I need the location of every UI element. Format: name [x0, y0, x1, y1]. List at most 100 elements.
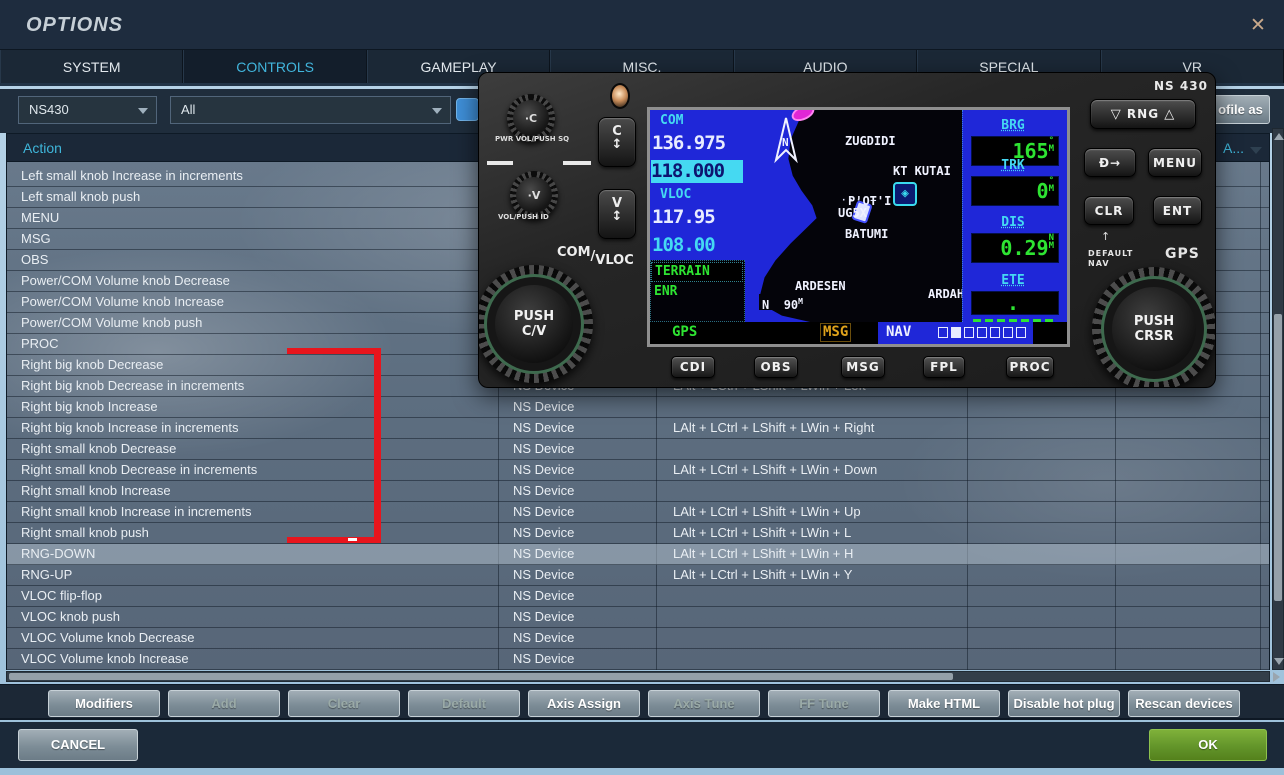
action-cell: Right small knob Decrease: [21, 439, 491, 459]
rescan-devices-button[interactable]: Rescan devices: [1128, 690, 1240, 717]
proc-button[interactable]: PROC: [1006, 356, 1054, 378]
action-cell: VLOC flip-flop: [21, 586, 491, 606]
status-nav-bar: NAV: [878, 322, 1033, 344]
com-flip-flop-button[interactable]: C ↕: [598, 117, 636, 167]
table-row[interactable]: RNG-UPNS DeviceLAlt + LCtrl + LShift + L…: [7, 565, 1270, 586]
action-cell: Right small knob push: [21, 523, 491, 543]
column-header-action[interactable]: Action: [23, 140, 62, 156]
binding-cell: LAlt + LCtrl + LShift + LWin + Down: [673, 460, 965, 480]
vloc-flip-flop-button[interactable]: V ↕: [598, 189, 636, 239]
rng-up-icon[interactable]: △: [1164, 107, 1175, 122]
tab-controls[interactable]: CONTROLS: [183, 50, 366, 83]
rng-rocker-button[interactable]: ▽ RNG △: [1090, 99, 1196, 129]
annotation-red-bracket: [287, 348, 381, 543]
disable-hot-plug-button[interactable]: Disable hot plug: [1008, 690, 1120, 717]
signal-box: [964, 327, 974, 338]
dis-label: DIS: [963, 215, 1063, 230]
lcd-button-row: CDI OBS MSG FPL PROC: [479, 353, 1216, 388]
signal-box: [951, 327, 961, 338]
table-row[interactable]: Right small knob Decrease in incrementsN…: [7, 460, 1270, 481]
ok-button[interactable]: OK: [1149, 729, 1267, 761]
up-down-arrows-icon: ↕: [599, 211, 635, 223]
table-row[interactable]: Right small knob IncreaseNS Device: [7, 481, 1270, 502]
save-profile-as-button[interactable]: ofile as: [1211, 95, 1270, 124]
title-bar: OPTIONS ✕: [0, 0, 1284, 50]
device-cell: NS Device: [513, 586, 653, 606]
ete-value: .: [971, 291, 1059, 315]
action-cell: OBS: [21, 250, 491, 270]
cdi-button[interactable]: CDI: [671, 356, 715, 378]
direct-to-button[interactable]: Ð→: [1084, 148, 1136, 177]
horizontal-scrollbar[interactable]: [6, 671, 1270, 682]
foldable-view-checkbox[interactable]: [456, 98, 479, 121]
vloc-volume-knob[interactable]: ·V: [510, 171, 558, 219]
trk-label: TRK: [963, 158, 1063, 173]
map-scale: N 90M: [759, 294, 817, 310]
table-row[interactable]: Right small knob Increase in incrementsN…: [7, 502, 1270, 523]
binding-cell: LAlt + LCtrl + LShift + LWin + Y: [673, 565, 965, 585]
rng-down-icon[interactable]: ▽: [1111, 107, 1122, 122]
scroll-up-arrow-icon[interactable]: [1274, 133, 1284, 140]
scroll-down-arrow-icon[interactable]: [1274, 658, 1284, 665]
close-icon[interactable]: ✕: [1248, 16, 1268, 36]
table-row[interactable]: Right small knob pushNS DeviceLAlt + LCt…: [7, 523, 1270, 544]
lcd-status-bar: GPS MSG NAV: [650, 322, 1070, 344]
com-vloc-label: COM/VLOC: [557, 249, 634, 264]
footer-button-row: ModifiersAddClearDefaultAxis AssignAxis …: [0, 684, 1284, 720]
signal-boxes: [938, 327, 1026, 338]
device-cell: NS Device: [513, 544, 653, 564]
ete-label: ETE: [963, 273, 1063, 288]
device-cell: NS Device: [513, 418, 653, 438]
vertical-scrollbar-thumb[interactable]: [1274, 314, 1282, 601]
table-row[interactable]: Right big knob IncreaseNS Device: [7, 397, 1270, 418]
action-cell: Power/COM Volume knob Decrease: [21, 271, 491, 291]
vertical-scrollbar[interactable]: [1272, 128, 1284, 670]
map-label: BATUMI: [845, 227, 888, 241]
table-row[interactable]: VLOC flip-flop NS Device: [7, 586, 1270, 607]
device-cell: NS Device: [513, 502, 653, 522]
options-dialog: OPTIONS ✕ SYSTEMCONTROLSGAMEPLAYMISC.AUD…: [0, 0, 1284, 775]
chevron-down-icon: [138, 108, 148, 114]
map-label: ARDAH: [928, 287, 962, 301]
chevron-down-icon: [432, 108, 442, 114]
fpl-button[interactable]: FPL: [923, 356, 965, 378]
column-header-truncated[interactable]: A...: [1223, 140, 1244, 156]
com-label: COM: [660, 113, 683, 128]
table-row[interactable]: VLOC Volume knob IncreaseNS Device: [7, 649, 1270, 670]
obs-button[interactable]: OBS: [754, 356, 798, 378]
gps-knob-label: GPS: [1165, 249, 1200, 259]
msg-button[interactable]: MSG: [841, 356, 885, 378]
map-label: ARDESEN: [795, 279, 846, 293]
map-label: UG5X: [838, 206, 867, 220]
ent-button[interactable]: ENT: [1153, 196, 1202, 225]
device-dropdown[interactable]: NS430: [18, 96, 157, 124]
default-nav-label: DEFAULT NAV: [1088, 249, 1133, 269]
table-row[interactable]: Right big knob Increase in incrementsNS …: [7, 418, 1270, 439]
category-dropdown[interactable]: All: [170, 96, 451, 124]
menu-button[interactable]: MENU: [1148, 148, 1202, 177]
modifiers-button[interactable]: Modifiers: [48, 690, 160, 717]
clr-button[interactable]: CLR: [1084, 196, 1134, 225]
device-model-label: NS 430: [1154, 79, 1208, 93]
binding-cell: LAlt + LCtrl + LShift + LWin + L: [673, 523, 965, 543]
vloc-volume-knob-label: VOL/PUSH ID: [498, 213, 549, 221]
trk-value: 0°M: [971, 176, 1059, 206]
table-row[interactable]: RNG-DOWNNS DeviceLAlt + LCtrl + LShift +…: [7, 544, 1270, 565]
device-dropdown-value: NS430: [29, 102, 69, 117]
scroll-right-arrow-icon[interactable]: [1273, 672, 1280, 682]
binding-cell: LAlt + LCtrl + LShift + LWin + Up: [673, 502, 965, 522]
horizontal-scrollbar-thumb[interactable]: [9, 673, 953, 680]
action-cell: Left small knob Increase in increments: [21, 166, 491, 186]
vloc-active-frequency: 117.95: [652, 206, 715, 228]
cancel-button[interactable]: CANCEL: [18, 729, 138, 761]
table-row[interactable]: Right small knob DecreaseNS Device: [7, 439, 1270, 460]
tab-system[interactable]: SYSTEM: [0, 50, 183, 83]
make-html-button[interactable]: Make HTML: [888, 690, 1000, 717]
com-standby-frequency: 118.000: [651, 160, 743, 183]
axis-assign-button[interactable]: Axis Assign: [528, 690, 640, 717]
table-row[interactable]: VLOC Volume knob DecreaseNS Device: [7, 628, 1270, 649]
table-row[interactable]: VLOC knob pushNS Device: [7, 607, 1270, 628]
gps-screen: COM 136.975 118.000 VLOC 117.95 108.00 T…: [647, 107, 1070, 347]
add-button: Add: [168, 690, 280, 717]
status-msg: MSG: [820, 323, 851, 342]
